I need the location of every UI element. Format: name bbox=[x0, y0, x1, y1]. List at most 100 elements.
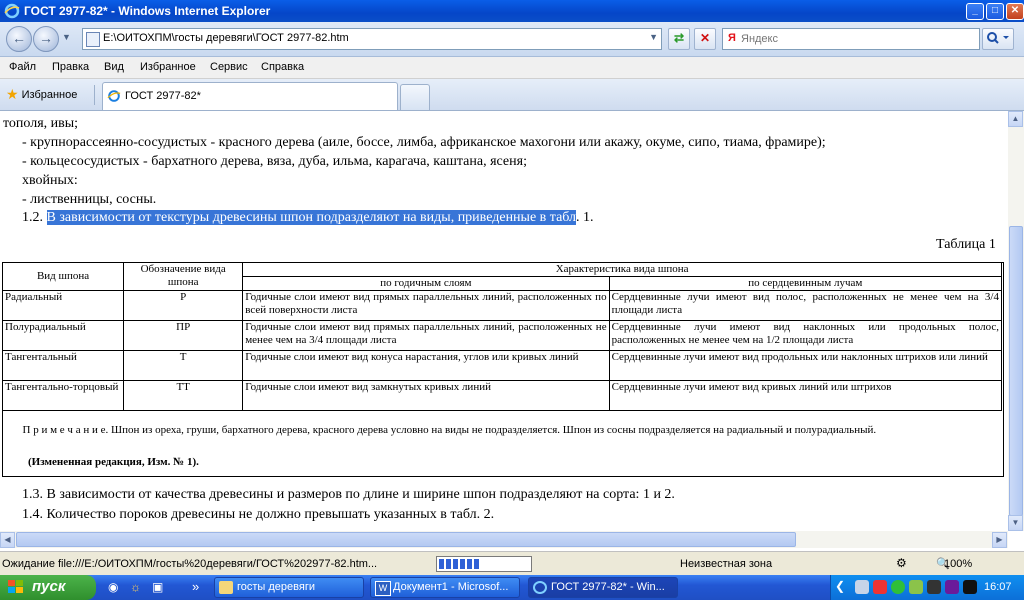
cell-annual: Годичные слои имеют вид прямых параллель… bbox=[242, 320, 610, 351]
menu-favorites[interactable]: Избранное bbox=[140, 61, 196, 73]
cell-code: ПР bbox=[123, 320, 244, 351]
forward-arrow-icon: → bbox=[39, 30, 53, 46]
search-box[interactable]: Я bbox=[722, 28, 980, 50]
stop-button[interactable]: ✕ bbox=[694, 28, 716, 50]
folder-icon bbox=[219, 581, 233, 594]
cell-annual: Годичные слои имеют вид конуса нарастани… bbox=[242, 350, 610, 381]
note-label: П р и м е ч а н и е. bbox=[22, 424, 109, 436]
cell-kind: Радиальный bbox=[1, 290, 125, 321]
star-icon: ★ bbox=[6, 86, 19, 102]
doc-line: - лиственницы, сосны. bbox=[22, 192, 157, 207]
tray-expand-icon[interactable]: ❮ bbox=[835, 579, 845, 593]
table-row: Тангентально-торцовый ТТ Годичные слои и… bbox=[1, 380, 1003, 411]
table-row: Тангентальный Т Годичные слои имеют вид … bbox=[1, 350, 1003, 381]
start-button[interactable]: пуск bbox=[0, 575, 96, 600]
taskbar-item-folder[interactable]: госты деревяги bbox=[214, 577, 364, 598]
cell-rays: Сердцевинные лучи имеют вид наклонных ил… bbox=[608, 320, 1003, 351]
menu-view[interactable]: Вид bbox=[104, 61, 124, 73]
taskbar-item-label: ГОСТ 2977-82* - Win... bbox=[551, 581, 665, 593]
quicklaunch-ie-icon[interactable]: ◉ bbox=[108, 580, 118, 594]
veneer-table: Вид шпона Обозначение вида шпона Характе… bbox=[1, 262, 1003, 411]
menu-edit[interactable]: Правка bbox=[52, 61, 89, 73]
address-toolbar: ← → ▼ E:\ОИТОХПМ\госты деревяги\ГОСТ 297… bbox=[0, 22, 1024, 57]
search-button[interactable] bbox=[982, 28, 1014, 50]
table-row: Полурадиальный ПР Годичные слои имеют ви… bbox=[1, 320, 1003, 351]
protected-mode-icon[interactable]: ⚙ bbox=[896, 556, 907, 570]
window-title: ГОСТ 2977-82* - Windows Internet Explore… bbox=[24, 4, 271, 18]
table-note: П р и м е ч а н и е. Шпон из ореха, груш… bbox=[6, 424, 1000, 437]
history-dropdown-icon[interactable]: ▼ bbox=[62, 32, 71, 42]
refresh-button[interactable]: ⇄ bbox=[668, 28, 690, 50]
selected-text[interactable]: В зависимости от текстуры древесины шпон… bbox=[46, 210, 577, 225]
maximize-button[interactable]: □ bbox=[986, 3, 1004, 20]
new-tab-button[interactable] bbox=[400, 84, 430, 110]
progress-fill bbox=[439, 559, 479, 569]
ie-page-icon bbox=[107, 90, 121, 102]
search-input[interactable] bbox=[741, 31, 961, 46]
header-code: Обозначение вида шпона bbox=[123, 262, 244, 291]
clock: 16:07 bbox=[984, 581, 1012, 593]
windows-flag-icon bbox=[8, 580, 23, 593]
word-icon: W bbox=[375, 581, 391, 596]
scroll-up-icon[interactable]: ▲ bbox=[1008, 111, 1023, 127]
back-arrow-icon: ← bbox=[12, 30, 26, 46]
paragraph-1-3: 1.3. В зависимости от качества древесины… bbox=[22, 487, 675, 502]
close-button[interactable]: ✕ bbox=[1006, 3, 1024, 20]
zoom-level[interactable]: 100% bbox=[944, 558, 972, 570]
horizontal-scrollbar[interactable]: ◀ ▶ bbox=[0, 531, 1008, 548]
document-view: тополя, ивы; - крупнорассеянно-сосудисты… bbox=[0, 111, 1008, 531]
cell-kind: Тангентальный bbox=[1, 350, 125, 381]
taskbar-item-word[interactable]: W Документ1 - Microsof... bbox=[370, 577, 520, 598]
vertical-scroll-thumb[interactable] bbox=[1009, 226, 1023, 516]
ie-icon bbox=[533, 581, 547, 594]
menu-help[interactable]: Справка bbox=[261, 61, 304, 73]
vertical-scrollbar[interactable]: ▲ ▼ bbox=[1008, 111, 1024, 531]
header-characteristic: Характеристика вида шпона bbox=[242, 262, 1002, 277]
tab-label: ГОСТ 2977-82* bbox=[125, 90, 201, 102]
favorites-label: Избранное bbox=[21, 89, 78, 101]
note-text: Шпон из ореха, груши, бархатного дерева,… bbox=[111, 424, 877, 436]
volume-icon[interactable] bbox=[873, 580, 887, 594]
taskbar-item-ie[interactable]: ГОСТ 2977-82* - Win... bbox=[528, 577, 678, 598]
tray-app-icon[interactable] bbox=[963, 580, 977, 594]
title-bar: ГОСТ 2977-82* - Windows Internet Explore… bbox=[0, 0, 1024, 22]
cell-kind: Тангентально-торцовый bbox=[1, 380, 125, 411]
cell-code: Р bbox=[123, 290, 244, 321]
quicklaunch-more-icon[interactable]: » bbox=[192, 579, 199, 594]
taskbar-item-label: госты деревяги bbox=[237, 581, 315, 593]
scroll-left-icon[interactable]: ◀ bbox=[0, 532, 15, 548]
quicklaunch-explorer-icon[interactable]: ☼ bbox=[130, 580, 141, 594]
address-dropdown-icon[interactable]: ▼ bbox=[649, 32, 658, 42]
doc-line: тополя, ивы; bbox=[3, 116, 79, 131]
quicklaunch-save-icon[interactable]: ▣ bbox=[152, 580, 163, 594]
tray-app-icon[interactable] bbox=[909, 580, 923, 594]
network-icon[interactable] bbox=[855, 580, 869, 594]
header-kind: Вид шпона bbox=[1, 262, 125, 291]
table-row: Радиальный Р Годичные слои имеют вид пря… bbox=[1, 290, 1003, 321]
header-rays: по сердцевинным лучам bbox=[608, 276, 1003, 291]
address-bar[interactable]: E:\ОИТОХПМ\госты деревяги\ГОСТ 2977-82.h… bbox=[82, 28, 662, 50]
horizontal-scroll-thumb[interactable] bbox=[16, 532, 796, 547]
scroll-down-icon[interactable]: ▼ bbox=[1008, 515, 1023, 531]
menu-tools[interactable]: Сервис bbox=[210, 61, 248, 73]
doc-line: - кольцесосудистых - бархатного дерева, … bbox=[22, 154, 527, 169]
menu-file[interactable]: Файл bbox=[9, 61, 36, 73]
ie-logo-icon bbox=[4, 3, 20, 19]
security-zone: Неизвестная зона bbox=[680, 558, 773, 570]
address-text[interactable]: E:\ОИТОХПМ\госты деревяги\ГОСТ 2977-82.h… bbox=[103, 32, 349, 44]
cell-annual: Годичные слои имеют вид прямых параллель… bbox=[242, 290, 610, 321]
status-text: Ожидание file:///E:/ОИТОХПМ/госты%20дере… bbox=[2, 558, 378, 570]
start-label: пуск bbox=[32, 578, 66, 595]
back-button[interactable]: ← bbox=[6, 26, 32, 52]
favorites-button[interactable]: ★ Избранное bbox=[6, 86, 77, 103]
doc-line: - крупнорассеянно-сосудистых - красного … bbox=[22, 135, 826, 150]
scroll-right-icon[interactable]: ▶ bbox=[992, 532, 1007, 548]
tray-app-icon[interactable] bbox=[927, 580, 941, 594]
tab-gost[interactable]: ГОСТ 2977-82* bbox=[102, 82, 398, 110]
header-annual-layers: по годичным слоям bbox=[242, 276, 610, 291]
antivirus-icon[interactable] bbox=[891, 580, 905, 594]
forward-button[interactable]: → bbox=[33, 26, 59, 52]
cell-rays: Сердцевинные лучи имеют вид полос, распо… bbox=[608, 290, 1003, 321]
minimize-button[interactable]: _ bbox=[966, 3, 984, 20]
tray-app-icon[interactable] bbox=[945, 580, 959, 594]
